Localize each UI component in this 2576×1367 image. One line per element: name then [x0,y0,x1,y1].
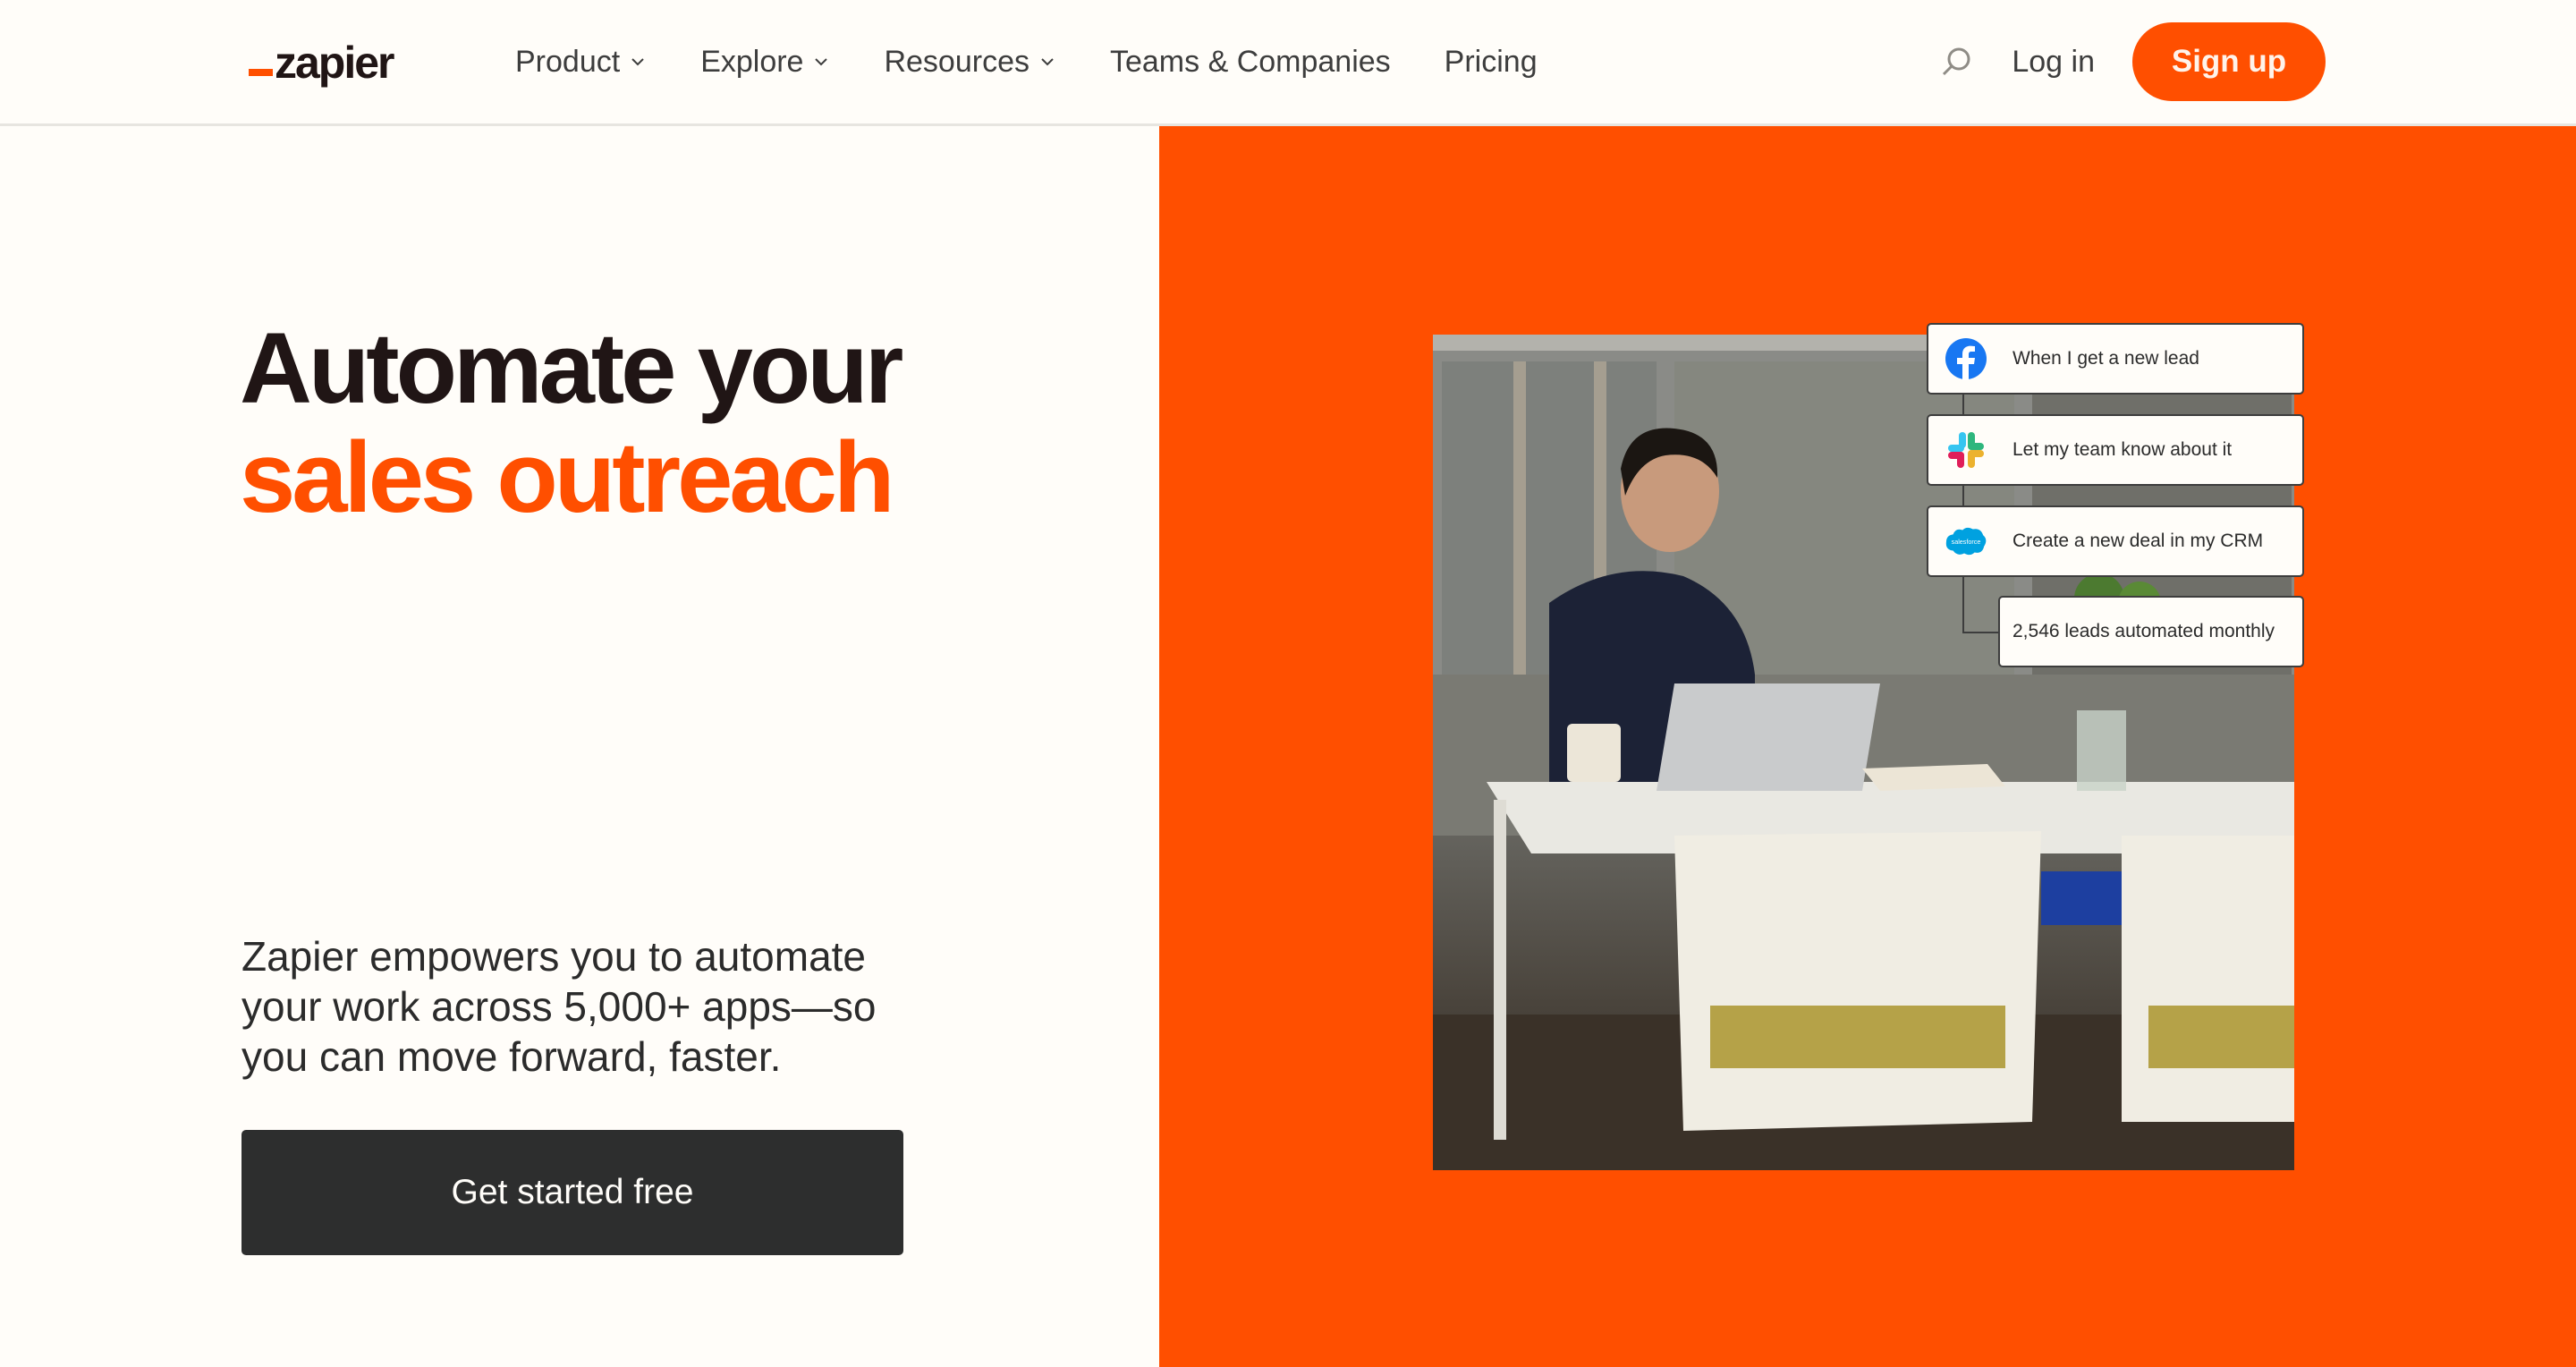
photo-laptop [1657,684,1880,791]
workflow-connector [1962,577,1964,633]
leads-automated-count: 2,546 leads automated monthly [2012,621,2275,641]
site-header: zapier Product Explore Resources Teams &… [0,0,2576,126]
workflow-step-facebook[interactable]: When I get a new lead [1927,323,2304,395]
workflow-result-badge: 2,546 leads automated monthly [1998,596,2304,667]
get-started-free-button[interactable]: Get started free [242,1130,903,1255]
photo-mug [1567,724,1621,782]
photo-frame-post [1513,361,1526,675]
nav-product-label: Product [515,44,621,79]
headline-line-2-accent: sales outreach [240,421,894,533]
nav-resources[interactable]: Resources [884,35,1056,89]
nav-product[interactable]: Product [515,35,647,89]
photo-chair-seat [1710,1006,2005,1068]
workflow-connector [1962,632,2000,633]
nav-explore[interactable]: Explore [700,35,830,89]
nav-explore-label: Explore [700,44,804,79]
chevron-down-icon [1041,58,1054,66]
hero-left: Automate your sales outreach Zapier empo… [0,126,1159,1367]
nav-teams-label: Teams & Companies [1109,44,1391,79]
signup-button[interactable]: Sign up [2132,22,2326,101]
search-button[interactable] [1936,42,1976,81]
workflow-step-label: When I get a new lead [2012,348,2199,369]
photo-chair-seat [2148,1006,2294,1068]
logo-underscore-mark [249,69,273,76]
photo-chair-front [1674,831,2041,1131]
nav-teams-companies[interactable]: Teams & Companies [1110,35,1391,89]
nav-pricing[interactable]: Pricing [1445,35,1538,89]
nav-pricing-label: Pricing [1444,44,1538,79]
slack-icon [1945,429,1987,471]
workflow-connector [1962,395,1964,414]
workflow-step-salesforce[interactable]: salesforce Create a new deal in my CRM [1927,505,2304,577]
headline-line-1: Automate your [240,312,903,424]
photo-table-leg [1494,800,1506,1140]
main-nav: Product Explore Resources Teams & Compan… [515,0,1591,123]
photo-vase [2077,710,2126,791]
workflow-connector [1962,486,1964,505]
header-actions: Log in Sign up [1936,0,2326,123]
chevron-down-icon [631,58,644,66]
hero-subcopy: Zapier empowers you to automate your wor… [242,933,877,1080]
facebook-icon [1945,337,1987,380]
login-link[interactable]: Log in [2012,45,2095,80]
hero-headline: Automate your sales outreach [240,312,903,533]
photo-chair-right [2122,836,2294,1122]
zapier-logo[interactable]: zapier [249,36,395,89]
hero-right-orange-panel: When I get a new lead Let my team know a… [1159,126,2576,1367]
search-icon [1943,47,1970,76]
photo-notebook [1862,764,2005,791]
nav-resources-label: Resources [884,44,1030,79]
workflow-step-slack[interactable]: Let my team know about it [1927,414,2304,486]
workflow-step-label: Create a new deal in my CRM [2012,531,2264,551]
salesforce-icon: salesforce [1945,520,1987,563]
logo-wordmark: zapier [275,38,395,88]
workflow-step-label: Let my team know about it [2012,439,2233,460]
chevron-down-icon [815,58,828,66]
svg-text:salesforce: salesforce [1952,538,1981,546]
